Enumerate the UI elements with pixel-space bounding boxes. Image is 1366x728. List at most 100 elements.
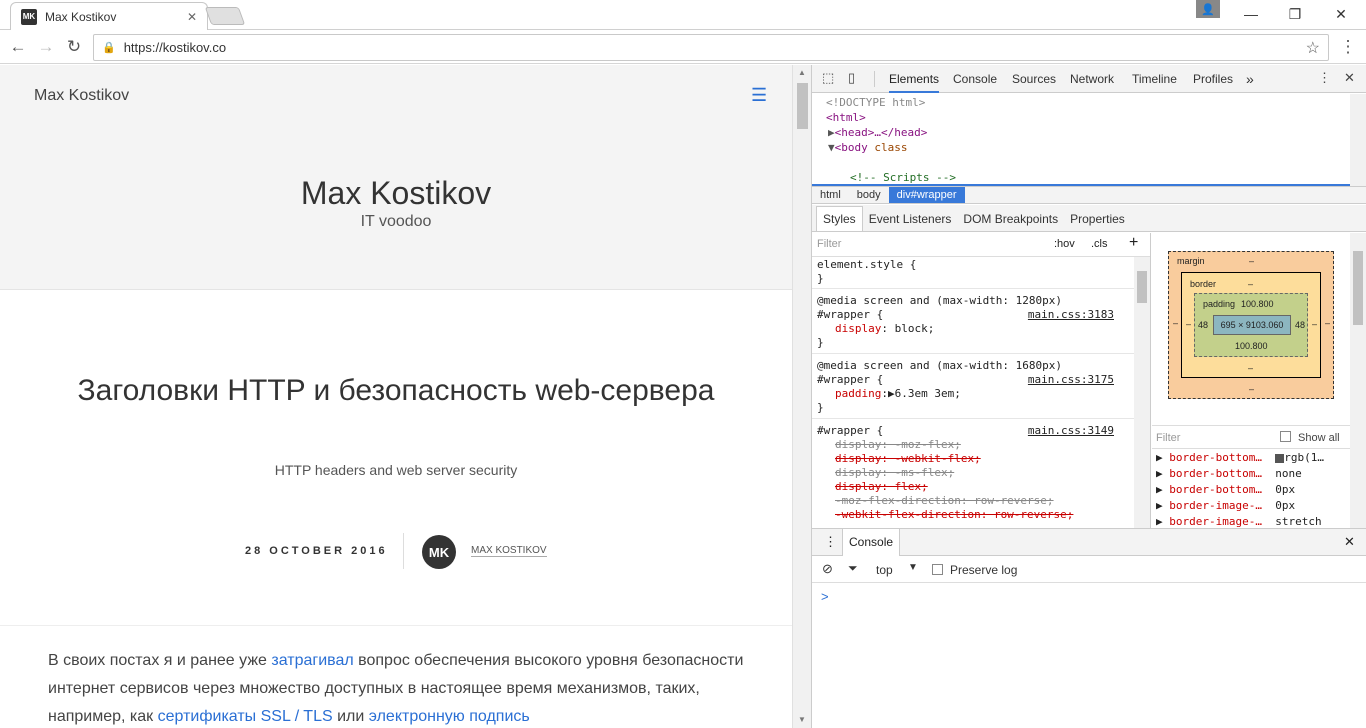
decl-struck[interactable]: display: flex; xyxy=(835,480,928,494)
decl-struck[interactable]: display: -moz-flex; xyxy=(835,438,961,452)
box-model: margin – – – – border – – – – padding 10… xyxy=(1152,233,1350,425)
source-link[interactable]: main.css:3175 xyxy=(1028,373,1114,387)
crumb-body[interactable]: body xyxy=(849,187,889,203)
dom-comment[interactable]: <!-- Scripts --> xyxy=(850,170,956,185)
sidebar-scroll-thumb[interactable] xyxy=(1353,251,1363,325)
media-query-1280: @media screen and (max-width: 1280px) xyxy=(817,294,1063,307)
border-label: border xyxy=(1190,279,1217,289)
dom-doctype[interactable]: <!DOCTYPE html> xyxy=(826,95,925,110)
decl-struck[interactable]: -moz-flex-direction: row-reverse; xyxy=(835,494,1054,508)
decl-display-block[interactable]: display: block; xyxy=(835,322,934,336)
clear-console-icon[interactable]: ⊘ xyxy=(822,561,833,577)
tab-timeline[interactable]: Timeline xyxy=(1132,65,1177,93)
subtab-styles[interactable]: Styles xyxy=(816,206,863,231)
rule-wrapper-3[interactable]: #wrapper {main.css:3149 xyxy=(817,424,1133,438)
box-content[interactable]: 695 × 9103.060 xyxy=(1213,315,1291,335)
rule-wrapper-2[interactable]: #wrapper {main.css:3175 xyxy=(817,373,1133,387)
subtab-dom-breakpoints[interactable]: DOM Breakpoints xyxy=(957,207,1064,231)
tab-console[interactable]: Console xyxy=(953,65,997,93)
tab-network[interactable]: Network xyxy=(1070,65,1114,93)
subtab-properties[interactable]: Properties xyxy=(1064,207,1131,231)
show-all-checkbox[interactable] xyxy=(1280,431,1291,442)
back-icon[interactable]: ← xyxy=(6,36,30,58)
url-text[interactable]: https://kostikov.co xyxy=(124,40,1306,55)
menu-hamburger-icon[interactable]: ☰ xyxy=(751,85,767,106)
chrome-menu-icon[interactable]: ⋮ xyxy=(1336,36,1360,58)
computed-row[interactable]: ▶ border-bottom… none xyxy=(1156,466,1302,482)
close-window-icon[interactable]: ✕ xyxy=(1318,0,1364,28)
add-rule-icon[interactable]: + xyxy=(1129,234,1138,252)
styles-filter-input[interactable]: Filter xyxy=(817,238,841,250)
close-devtools-icon[interactable]: ✕ xyxy=(1344,70,1355,86)
console-tab[interactable]: Console xyxy=(842,529,901,556)
collapse-arrow-icon[interactable]: ▼ xyxy=(828,141,835,154)
reload-icon[interactable]: ↻ xyxy=(62,36,86,58)
dom-wrapper[interactable]: … ▶<div id="wrapper">…</div> == $0 xyxy=(816,155,1054,170)
cls-toggle[interactable]: .cls xyxy=(1091,238,1108,250)
user-profile-icon[interactable]: 👤 xyxy=(1196,0,1220,18)
source-link[interactable]: main.css:3149 xyxy=(1028,424,1114,438)
computed-row[interactable]: ▶ border-bottom… rgb(1… xyxy=(1156,450,1324,466)
decl-padding[interactable]: padding:▶6.3em 3em; xyxy=(835,387,961,401)
page-scrollbar[interactable]: ▲ ▼ xyxy=(792,65,811,728)
more-tabs-icon[interactable]: » xyxy=(1246,65,1254,93)
author-avatar[interactable]: MK xyxy=(422,535,456,569)
context-select[interactable]: top xyxy=(876,563,893,577)
source-link[interactable]: main.css:3183 xyxy=(1028,308,1114,322)
filter-icon[interactable]: ⏷ xyxy=(848,561,858,576)
decl-struck[interactable]: -webkit-flex-direction: row-reverse; xyxy=(835,508,1073,522)
computed-row[interactable]: ▶ border-bottom… 0px xyxy=(1156,482,1295,498)
maximize-icon[interactable]: ❐ xyxy=(1272,0,1318,28)
minimize-icon[interactable]: — xyxy=(1228,0,1274,28)
chevron-down-icon[interactable]: ▼ xyxy=(908,562,918,573)
forward-icon[interactable]: → xyxy=(34,36,58,58)
styles-scroll-thumb[interactable] xyxy=(1137,271,1147,303)
box-padding[interactable]: padding 100.800 48 48 100.800 695 × 9103… xyxy=(1194,293,1308,357)
link-zatragival[interactable]: затрагивал xyxy=(271,652,353,669)
close-drawer-icon[interactable]: ✕ xyxy=(1344,534,1355,550)
color-swatch-icon[interactable] xyxy=(1275,453,1285,463)
tab-elements[interactable]: Elements xyxy=(889,65,940,93)
box-margin[interactable]: margin – – – – border – – – – padding 10… xyxy=(1168,251,1334,399)
browser-tab[interactable]: MK Max Kostikov ✕ xyxy=(10,2,208,30)
close-tab-icon[interactable]: ✕ xyxy=(187,10,197,24)
expand-arrow-icon[interactable]: ▶ xyxy=(828,126,835,139)
console-prompt[interactable]: > xyxy=(821,589,829,604)
subtab-event-listeners[interactable]: Event Listeners xyxy=(863,207,958,231)
decl-struck[interactable]: display: -ms-flex; xyxy=(835,466,954,480)
dom-head[interactable]: ▶<head>…</head> xyxy=(828,125,927,140)
scroll-down-icon[interactable]: ▼ xyxy=(798,715,806,724)
hov-toggle[interactable]: :hov xyxy=(1054,238,1075,250)
new-tab-button[interactable] xyxy=(204,7,246,25)
crumb-wrapper[interactable]: div#wrapper xyxy=(888,187,965,203)
bookmark-star-icon[interactable]: ☆ xyxy=(1306,38,1320,58)
dom-html[interactable]: <html> xyxy=(826,110,866,125)
rule-element-style[interactable]: element.style { xyxy=(817,258,916,272)
sidebar-scrollbar[interactable] xyxy=(1350,233,1366,528)
expand-arrow-icon[interactable]: ▶ xyxy=(829,156,849,169)
site-name-link[interactable]: Max Kostikov xyxy=(34,87,129,105)
dom-scrollbar[interactable] xyxy=(1350,94,1366,186)
address-bar[interactable]: 🔒 https://kostikov.co ☆ xyxy=(93,34,1329,61)
inspect-element-icon[interactable]: ⬚ xyxy=(822,70,834,86)
box-border[interactable]: border – – – – padding 100.800 48 48 100… xyxy=(1181,272,1321,378)
page-scroll-thumb[interactable] xyxy=(797,83,808,129)
crumb-html[interactable]: html xyxy=(812,187,849,203)
author-link[interactable]: MAX KOSTIKOV xyxy=(471,545,547,557)
tab-profiles[interactable]: Profiles xyxy=(1193,65,1233,93)
device-toolbar-icon[interactable]: ▯ xyxy=(848,70,855,86)
link-e-signature[interactable]: электронную подпись xyxy=(369,708,530,725)
computed-row[interactable]: ▶ border-image-… 0px xyxy=(1156,498,1295,514)
rule-wrapper-1[interactable]: #wrapper {main.css:3183 xyxy=(817,308,1133,322)
link-ssl-tls[interactable]: сертификаты SSL / TLS xyxy=(158,708,333,725)
dom-body[interactable]: ▼<body class xyxy=(828,140,908,155)
padding-left: 48 xyxy=(1198,320,1209,330)
preserve-log-checkbox[interactable] xyxy=(932,564,943,575)
scroll-up-icon[interactable]: ▲ xyxy=(798,68,806,77)
drawer-menu-icon[interactable]: ⋮ xyxy=(824,534,837,550)
tab-sources[interactable]: Sources xyxy=(1012,65,1056,93)
computed-filter-input[interactable]: Filter xyxy=(1156,432,1180,444)
styles-scrollbar[interactable] xyxy=(1134,257,1150,528)
devtools-menu-icon[interactable]: ⋮ xyxy=(1318,70,1331,86)
decl-struck[interactable]: display: -webkit-flex; xyxy=(835,452,981,466)
